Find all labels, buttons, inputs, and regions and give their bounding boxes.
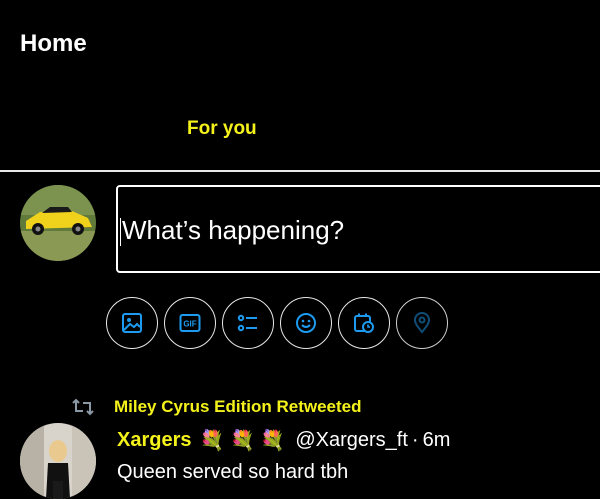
retweet-context: Miley Cyrus Edition Retweeted (70, 397, 362, 417)
gif-button[interactable]: GIF (164, 297, 216, 349)
author-emoji: 💐 💐 💐 (199, 430, 286, 452)
poll-button[interactable] (222, 297, 274, 349)
emoji-button[interactable] (280, 297, 332, 349)
media-button[interactable] (106, 297, 158, 349)
gif-icon-label: GIF (183, 320, 196, 329)
location-button[interactable] (396, 297, 448, 349)
text-caret (120, 218, 121, 247)
tweet-header: Xargers 💐 💐 💐 @Xargers_ft · 6m (117, 428, 450, 453)
timeline-header: Home For you (0, 0, 600, 172)
image-icon (122, 313, 142, 333)
compose-toolbar: GIF (106, 297, 454, 349)
poll-icon (237, 314, 257, 332)
home-timeline: Home For you What’s happening? GIF Miley… (0, 0, 600, 499)
author-photo (20, 423, 96, 499)
schedule-icon (354, 313, 374, 333)
retweeted-by-label[interactable]: Miley Cyrus Edition Retweeted (114, 397, 362, 417)
compose-placeholder: What’s happening? (122, 215, 345, 245)
author-handle[interactable]: @Xargers_ft (295, 429, 408, 452)
tweet-timestamp[interactable]: 6m (423, 429, 451, 452)
location-icon (413, 312, 431, 334)
author-avatar[interactable] (20, 423, 96, 499)
gif-icon: GIF (179, 314, 201, 332)
user-avatar[interactable] (20, 185, 96, 261)
page-title: Home (20, 30, 87, 57)
retweet-icon (72, 398, 94, 416)
separator-dot: · (411, 429, 419, 451)
schedule-button[interactable] (338, 297, 390, 349)
compose-input[interactable]: What’s happening? (116, 185, 600, 273)
yellow-car-photo (20, 185, 96, 261)
tweet[interactable]: Miley Cyrus Edition Retweeted Xargers 💐 … (0, 385, 600, 499)
author-name[interactable]: Xargers (117, 429, 192, 452)
emoji-icon (296, 313, 316, 333)
tweet-text: Queen served so hard tbh (117, 461, 349, 483)
tab-for-you[interactable]: For you (187, 118, 257, 140)
